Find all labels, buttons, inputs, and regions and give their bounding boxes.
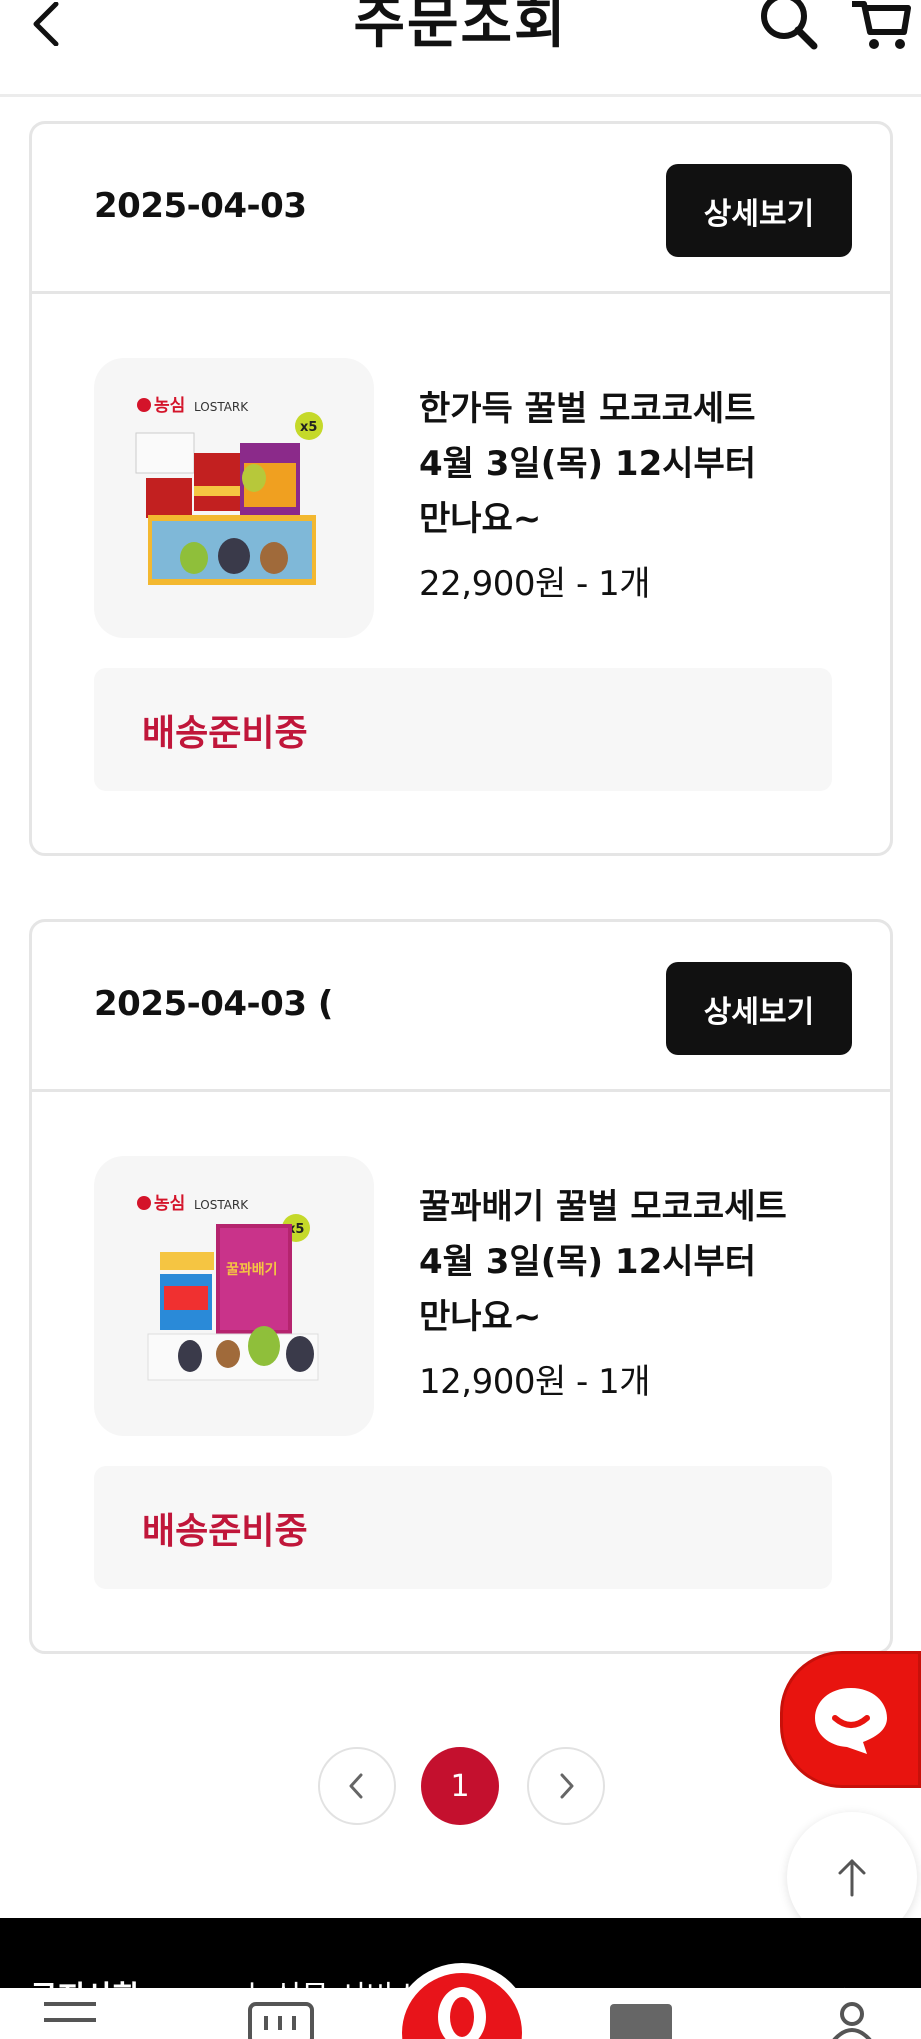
product-thumbnail[interactable]: 농심 LOSTARK x5	[94, 358, 374, 638]
coupon-icon[interactable]	[606, 2000, 676, 2039]
cart-icon[interactable]	[846, 0, 912, 52]
product-price: 22,900원 - 1개	[419, 564, 651, 604]
detail-view-button[interactable]: 상세보기	[666, 962, 852, 1055]
app-header: 주문조회	[0, 0, 921, 97]
order-card-header: 2025-04-03 ( 상세보기	[32, 922, 890, 1092]
search-icon[interactable]	[758, 0, 820, 52]
product-name-line: 4월 3일(목) 12시부터	[419, 444, 757, 484]
brand-left-text: 농심	[154, 1194, 185, 1214]
order-date: 2025-04-03	[94, 186, 307, 226]
pagination-current-page[interactable]: 1	[421, 1747, 499, 1825]
arrow-up-icon	[838, 1859, 866, 1897]
product-name-line: 만나요~	[419, 1297, 542, 1337]
box-label-text: 꿀꽈배기	[226, 1262, 278, 1278]
order-date: 2025-04-03 (	[94, 984, 333, 1024]
product-name[interactable]: 꿀꽈배기 꿀벌 모코코세트 4월 3일(목) 12시부터 만나요~	[419, 1180, 859, 1345]
chat-bubble-icon	[814, 1687, 887, 1754]
product-name-line: 만나요~	[419, 499, 542, 539]
home-button[interactable]	[392, 1963, 532, 2039]
shipping-status: 배송준비중	[142, 1511, 308, 1552]
chevron-right-icon	[560, 1773, 574, 1799]
shipping-status-box: 배송준비중	[94, 1466, 832, 1589]
order-card: 2025-04-03 ( 상세보기 농심 LOSTARK x5 꿀꽈배기 꿀꽈배…	[29, 919, 893, 1654]
order-card: 2025-04-03 상세보기 농심 LOSTARK x5 한가득 꿀벌 모코코…	[29, 121, 893, 856]
product-price: 12,900원 - 1개	[419, 1362, 651, 1402]
multiplier-text: x5	[300, 420, 317, 435]
product-name[interactable]: 한가득 꿀벌 모코코세트 4월 3일(목) 12시부터 만나요~	[419, 382, 859, 547]
product-image: 농심 LOSTARK x5	[135, 396, 323, 585]
product-thumbnail[interactable]: 농심 LOSTARK x5 꿀꽈배기	[94, 1156, 374, 1436]
product-name-line: 꿀꽈배기 꿀벌 모코코세트	[419, 1187, 787, 1227]
product-image: 농심 LOSTARK x5 꿀꽈배기	[137, 1194, 319, 1381]
product-name-line: 4월 3일(목) 12시부터	[419, 1242, 757, 1282]
brand-logo-icon	[402, 1973, 522, 2039]
shipping-status-box: 배송준비중	[94, 668, 832, 791]
category-icon[interactable]	[246, 2000, 316, 2039]
chevron-left-icon	[349, 1773, 363, 1799]
brand-right-text: LOSTARK	[194, 400, 249, 414]
pagination-prev-button[interactable]	[318, 1747, 396, 1825]
menu-icon[interactable]	[42, 2000, 98, 2039]
brand-right-text: LOSTARK	[194, 1198, 249, 1212]
detail-view-button[interactable]: 상세보기	[666, 164, 852, 257]
shipping-status: 배송준비중	[142, 713, 308, 754]
order-card-header: 2025-04-03 상세보기	[32, 124, 890, 294]
brand-left-text: 농심	[154, 396, 185, 416]
user-icon[interactable]	[832, 2000, 872, 2039]
product-name-line: 한가득 꿀벌 모코코세트	[419, 389, 756, 429]
pagination-next-button[interactable]	[527, 1747, 605, 1825]
chat-button[interactable]	[780, 1651, 921, 1788]
